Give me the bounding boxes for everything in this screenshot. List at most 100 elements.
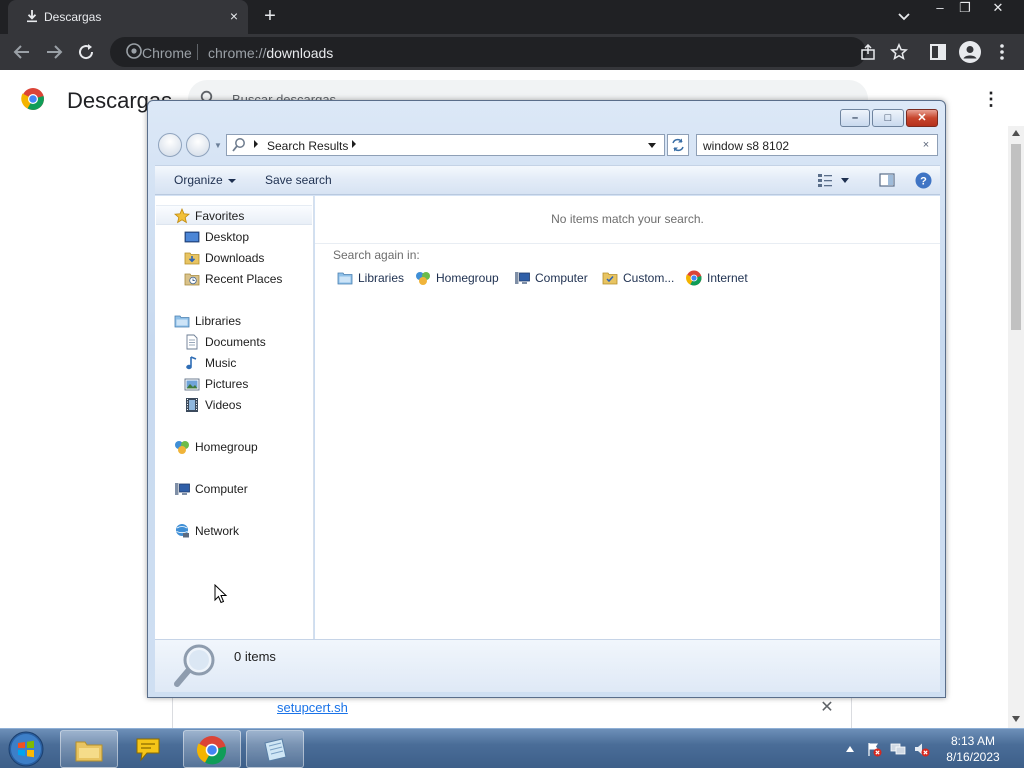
nav-favorites[interactable]: Favorites — [156, 205, 312, 225]
breadcrumb-search-results[interactable]: Search Results — [267, 139, 348, 153]
window-restore-button[interactable]: ❐ — [950, 0, 980, 18]
search-again-computer[interactable]: Computer — [514, 269, 594, 287]
nav-recent-places[interactable]: Recent Places — [184, 269, 304, 289]
breadcrumb-arrow-icon[interactable] — [254, 140, 258, 148]
svg-text:?: ? — [920, 176, 927, 188]
network-icon — [176, 524, 189, 538]
nav-computer[interactable]: Computer — [174, 479, 304, 499]
address-dropdown-icon[interactable] — [648, 143, 656, 148]
forward-icon[interactable] — [42, 40, 66, 64]
back-button[interactable] — [158, 133, 182, 157]
address-bar[interactable]: Chrome chrome://downloads — [110, 37, 908, 67]
computer-icon — [175, 483, 190, 495]
item-count: 0 items — [234, 649, 276, 664]
organize-caret-icon — [227, 178, 236, 183]
libraries-icon — [337, 272, 353, 285]
forward-button[interactable] — [186, 133, 210, 157]
taskbar-clock[interactable]: 8:13 AM 8/16/2023 — [930, 733, 1016, 765]
nav-favorites-label: Favorites — [195, 209, 245, 223]
kebab-menu-icon[interactable] — [990, 40, 1014, 64]
side-panel-icon[interactable] — [926, 40, 950, 64]
taskbar-chrome-button[interactable] — [183, 730, 241, 768]
search-again-label: Search again in: — [333, 248, 420, 262]
breadcrumb-arrow-icon[interactable] — [352, 140, 356, 148]
page-scrollbar[interactable] — [1008, 126, 1024, 728]
download-remove-button[interactable]: ✕ — [817, 698, 837, 718]
back-icon[interactable] — [10, 40, 34, 64]
mouse-cursor-icon — [214, 584, 228, 604]
scroll-thumb[interactable] — [1011, 144, 1021, 330]
change-view-icon[interactable] — [817, 172, 833, 188]
command-bar: Organize Save search ? — [155, 165, 940, 195]
preview-pane-icon[interactable] — [879, 172, 895, 188]
magnifier-icon — [174, 644, 215, 687]
downloads-menu-button[interactable]: ⋮ — [982, 88, 1000, 110]
organize-label: Organize — [174, 173, 223, 187]
recent-pages-dropdown-icon[interactable]: ▼ — [214, 141, 222, 150]
no-results-message: No items match your search. — [551, 212, 704, 226]
network-tray-icon[interactable] — [890, 741, 906, 757]
search-again-custom[interactable]: Custom... — [602, 269, 677, 287]
download-icon — [27, 10, 37, 23]
tab-descargas[interactable]: Descargas × — [8, 0, 248, 34]
nav-videos[interactable]: Videos — [184, 395, 304, 415]
explorer-maximize-button[interactable]: □ — [872, 109, 904, 127]
share-icon[interactable] — [860, 44, 876, 60]
desktop-icon — [184, 231, 200, 243]
refresh-button[interactable] — [667, 134, 689, 156]
action-center-flag-icon[interactable] — [866, 741, 882, 757]
search-again-custom-label: Custom... — [623, 271, 675, 285]
nav-computer-label: Computer — [195, 482, 248, 496]
window-close-button[interactable]: ✕ — [983, 0, 1013, 18]
nav-pictures[interactable]: Pictures — [184, 374, 304, 394]
explorer-minimize-button[interactable]: – — [840, 109, 870, 127]
help-icon[interactable]: ? — [915, 172, 932, 189]
browser-tabstrip: Descargas × + – ❐ ✕ — [0, 0, 1024, 34]
explorer-close-button[interactable]: ✕ — [906, 109, 938, 127]
new-tab-button[interactable]: + — [258, 6, 282, 28]
profile-avatar-icon[interactable] — [958, 40, 982, 64]
libraries-icon — [174, 315, 190, 328]
computer-icon — [515, 272, 530, 284]
clear-search-icon[interactable]: × — [919, 137, 933, 153]
music-note-icon — [186, 356, 197, 370]
refresh-icon — [672, 138, 684, 152]
taskbar-notepad-button[interactable] — [246, 730, 304, 768]
pictures-icon — [184, 378, 200, 391]
save-search-button[interactable]: Save search — [265, 173, 332, 187]
nav-libraries[interactable]: Libraries — [174, 311, 304, 331]
nav-music[interactable]: Music — [184, 353, 304, 373]
url-host: downloads — [266, 45, 334, 61]
scroll-down-arrow-icon[interactable] — [1012, 716, 1020, 722]
explorer-search-input[interactable]: window s8 8102 × — [696, 134, 938, 156]
scroll-up-arrow-icon[interactable] — [1012, 130, 1020, 136]
nav-desktop[interactable]: Desktop — [184, 227, 304, 247]
bookmark-star-icon[interactable] — [890, 43, 908, 61]
start-button-icon[interactable] — [8, 731, 44, 767]
search-again-libraries[interactable]: Libraries — [337, 269, 407, 287]
chrome-logo-icon — [197, 736, 227, 765]
search-again-internet[interactable]: Internet — [686, 269, 756, 287]
address-breadcrumb[interactable]: Search Results — [226, 134, 665, 156]
notepad-icon — [264, 738, 287, 762]
organize-menu-button[interactable]: Organize — [174, 173, 236, 187]
reload-icon[interactable] — [74, 40, 98, 64]
nav-homegroup[interactable]: Homegroup — [174, 437, 304, 457]
nav-downloads[interactable]: Downloads — [184, 248, 304, 268]
view-dropdown-icon[interactable] — [841, 178, 849, 183]
volume-muted-icon[interactable] — [914, 741, 930, 757]
tab-close-button[interactable]: × — [224, 6, 244, 26]
nav-network-label: Network — [195, 524, 240, 538]
clock-date: 8/16/2023 — [946, 750, 1000, 764]
search-results-icon — [232, 138, 245, 152]
download-filename-link[interactable]: setupcert.sh — [277, 700, 348, 715]
nav-network[interactable]: Network — [174, 521, 304, 541]
maximize-glyph: □ — [884, 112, 892, 124]
nav-documents[interactable]: Documents — [184, 332, 304, 352]
nav-desktop-label: Desktop — [205, 230, 250, 244]
taskbar-explorer-button[interactable] — [60, 730, 118, 768]
taskbar-app-button[interactable] — [120, 730, 178, 768]
tab-search-icon[interactable] — [894, 8, 914, 26]
show-hidden-icons-icon[interactable] — [846, 746, 854, 752]
search-again-homegroup[interactable]: Homegroup — [415, 269, 505, 287]
